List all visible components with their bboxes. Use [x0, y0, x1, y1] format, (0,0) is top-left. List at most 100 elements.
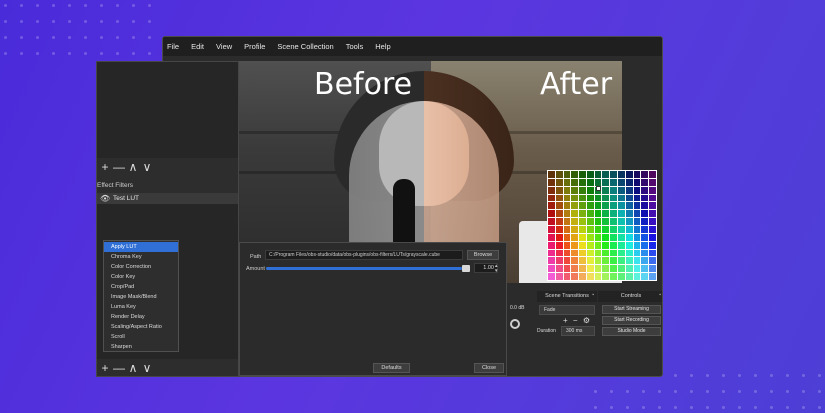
decorative-dot: [722, 406, 725, 409]
lut-cell: [571, 226, 579, 233]
start-streaming-button[interactable]: Start Streaming: [602, 305, 661, 314]
transition-select[interactable]: Fade: [539, 305, 595, 315]
menu-item-color-correction[interactable]: Color Correction: [104, 262, 178, 272]
lut-cell: [610, 265, 618, 273]
lut-cell: [610, 186, 618, 194]
menu-item-crop-pad[interactable]: Crop/Pad: [104, 282, 178, 292]
lut-cell: [555, 210, 563, 218]
lut-cell: [625, 273, 633, 280]
lut-cell: [555, 233, 563, 241]
menu-item-apply-lut[interactable]: Apply LUT: [104, 242, 178, 252]
menu-tools[interactable]: Tools: [346, 42, 364, 51]
mixer-settings-icon[interactable]: [510, 319, 520, 329]
spinbox-arrows-icon[interactable]: ▲ ▼: [494, 263, 498, 273]
remove-transition-button[interactable]: −: [573, 316, 578, 325]
lut-cell: [579, 233, 586, 241]
lut-path-input[interactable]: C:/Program Files/obs-studio/data/obs-plu…: [265, 250, 463, 260]
lut-cell: [563, 226, 571, 233]
dock-float-icon[interactable]: ▪: [592, 292, 594, 298]
filter-item-test-lut[interactable]: 👁 Test LUT: [97, 193, 238, 204]
menu-item-scaling-aspect-ratio[interactable]: Scaling/Aspect Ratio: [104, 322, 178, 332]
decorative-dot: [642, 390, 645, 393]
lut-cell: [571, 273, 579, 280]
start-recording-button[interactable]: Start Recording: [602, 316, 661, 325]
menu-profile[interactable]: Profile: [244, 42, 265, 51]
studio-mode-button[interactable]: Studio Mode: [602, 327, 661, 336]
lut-cell: [649, 241, 656, 249]
filter-properties-dialog: Path C:/Program Files/obs-studio/data/ob…: [239, 242, 507, 376]
lut-cell: [563, 257, 571, 265]
lut-cell: [594, 249, 602, 257]
lut-cell: [579, 241, 586, 249]
menu-edit[interactable]: Edit: [191, 42, 204, 51]
lut-color-grid: [547, 170, 657, 281]
lut-cell: [555, 186, 563, 194]
lut-cell: [610, 171, 618, 178]
lut-cell: [602, 218, 610, 225]
lut-cell: [625, 265, 633, 273]
decorative-dot: [4, 4, 7, 7]
menu-scene-collection[interactable]: Scene Collection: [277, 42, 333, 51]
decorative-dot: [132, 36, 135, 39]
filter-up-button[interactable]: ∧: [126, 361, 140, 375]
lut-cell: [625, 186, 633, 194]
lut-cell: [548, 210, 555, 218]
menu-item-image-mask-blend[interactable]: Image Mask/Blend: [104, 292, 178, 302]
menu-item-chroma-key[interactable]: Chroma Key: [104, 252, 178, 262]
lut-cell: [594, 202, 602, 210]
lut-cell: [594, 265, 602, 273]
menu-item-render-delay[interactable]: Render Delay: [104, 312, 178, 322]
amount-slider[interactable]: [266, 267, 468, 270]
lut-cell: [602, 226, 610, 233]
lut-cell: [649, 202, 656, 210]
browse-button[interactable]: Browse: [467, 250, 499, 260]
lut-cell: [633, 178, 641, 186]
lut-cell: [548, 273, 555, 280]
filter-down-button[interactable]: ∨: [140, 361, 154, 375]
lut-cell: [618, 202, 625, 210]
add-button[interactable]: +: [98, 160, 112, 174]
lut-cell: [594, 218, 602, 225]
menu-item-color-key[interactable]: Color Key: [104, 272, 178, 282]
decorative-dot: [770, 390, 773, 393]
menu-file[interactable]: File: [167, 42, 179, 51]
menu-item-scroll[interactable]: Scroll: [104, 332, 178, 342]
transition-settings-icon[interactable]: ⚙: [583, 316, 590, 325]
menu-view[interactable]: View: [216, 42, 232, 51]
add-filter-button[interactable]: +: [98, 361, 112, 375]
lut-cell: [602, 178, 610, 186]
dock-float-icon[interactable]: ▪: [659, 292, 661, 298]
move-down-button[interactable]: ∨: [140, 160, 154, 174]
lut-cell: [579, 265, 586, 273]
menu-item-sharpen[interactable]: Sharpen: [104, 342, 178, 352]
lut-cell: [610, 233, 618, 241]
lut-cell: [586, 178, 594, 186]
menu-item-luma-key[interactable]: Luma Key: [104, 302, 178, 312]
close-button[interactable]: Close: [474, 363, 504, 373]
decorative-dot: [20, 52, 23, 55]
lut-cell: [641, 194, 649, 202]
lut-cell: [610, 202, 618, 210]
amount-slider-handle[interactable]: [462, 265, 470, 272]
decorative-dot: [786, 406, 789, 409]
move-up-button[interactable]: ∧: [126, 160, 140, 174]
after-label: After: [540, 67, 613, 102]
decorative-dot: [690, 406, 693, 409]
lut-cell: [555, 171, 563, 178]
remove-filter-button[interactable]: —: [112, 361, 126, 375]
decorative-dot: [770, 374, 773, 377]
menu-help[interactable]: Help: [375, 42, 390, 51]
remove-button[interactable]: —: [112, 160, 126, 174]
lut-cell: [563, 249, 571, 257]
lut-cell: [586, 186, 594, 194]
lut-cell: [571, 202, 579, 210]
eye-icon[interactable]: 👁: [100, 194, 112, 203]
lut-cell: [649, 265, 656, 273]
defaults-button[interactable]: Defaults: [373, 363, 410, 373]
decorative-dot: [706, 390, 709, 393]
lut-cell: [548, 249, 555, 257]
duration-input[interactable]: 300 ms: [561, 326, 595, 336]
decorative-dot: [594, 390, 597, 393]
lut-cell: [610, 226, 618, 233]
add-transition-button[interactable]: +: [563, 316, 568, 325]
